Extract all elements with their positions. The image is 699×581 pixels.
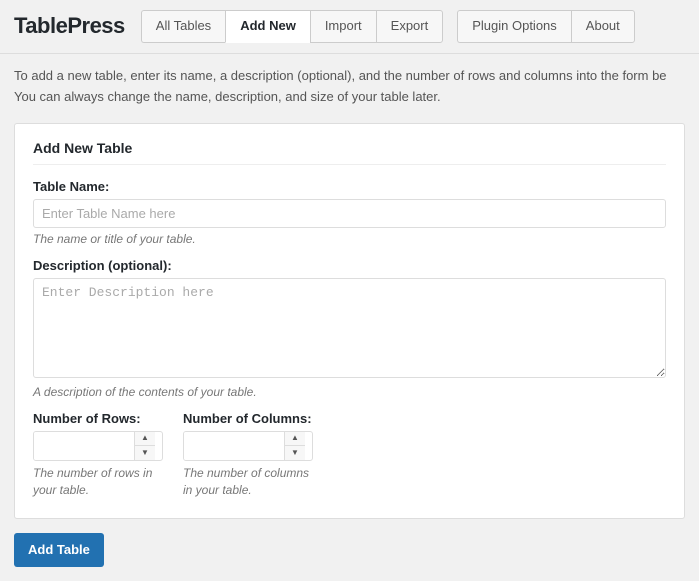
page-description: To add a new table, enter its name, a de… bbox=[0, 54, 699, 113]
columns-group: Number of Columns: 5 ▲ ▼ The number of c… bbox=[183, 411, 313, 499]
rows-label: Number of Rows: bbox=[33, 411, 163, 426]
description-line2: You can always change the name, descript… bbox=[14, 87, 685, 107]
table-name-label: Table Name: bbox=[33, 179, 666, 194]
columns-spinner: ▲ ▼ bbox=[284, 432, 305, 460]
rows-hint: The number of rows in your table. bbox=[33, 465, 163, 499]
description-line1: To add a new table, enter its name, a de… bbox=[14, 66, 685, 86]
rows-group: Number of Rows: 5 ▲ ▼ The number of rows… bbox=[33, 411, 163, 499]
columns-hint: The number of columns in your table. bbox=[183, 465, 313, 499]
row-col-group: Number of Rows: 5 ▲ ▼ The number of rows… bbox=[33, 411, 666, 499]
rows-decrement[interactable]: ▼ bbox=[135, 446, 155, 460]
nav-tabs-right: Plugin Options About bbox=[457, 10, 635, 43]
table-name-group: Table Name: The name or title of your ta… bbox=[33, 179, 666, 246]
tab-about[interactable]: About bbox=[571, 10, 635, 43]
header: TablePress All Tables Add New Import Exp… bbox=[0, 0, 699, 54]
tab-plugin-options[interactable]: Plugin Options bbox=[457, 10, 571, 43]
tab-all-tables[interactable]: All Tables bbox=[141, 10, 225, 43]
columns-input-wrapper: 5 ▲ ▼ bbox=[183, 431, 313, 461]
logo: TablePress bbox=[14, 13, 125, 39]
columns-increment[interactable]: ▲ bbox=[285, 432, 305, 446]
description-label: Description (optional): bbox=[33, 258, 666, 273]
table-name-input[interactable] bbox=[33, 199, 666, 228]
rows-spinner: ▲ ▼ bbox=[134, 432, 155, 460]
table-name-hint: The name or title of your table. bbox=[33, 232, 666, 246]
tab-add-new[interactable]: Add New bbox=[225, 10, 310, 43]
form-card: Add New Table Table Name: The name or ti… bbox=[14, 123, 685, 520]
description-group: Description (optional): A description of… bbox=[33, 258, 666, 399]
main-content: Add New Table Table Name: The name or ti… bbox=[0, 113, 699, 581]
nav-tabs: All Tables Add New Import Export bbox=[141, 10, 443, 43]
tab-import[interactable]: Import bbox=[310, 10, 376, 43]
columns-label: Number of Columns: bbox=[183, 411, 313, 426]
rows-input[interactable]: 5 bbox=[34, 432, 134, 460]
form-title: Add New Table bbox=[33, 140, 666, 165]
add-table-button[interactable]: Add Table bbox=[14, 533, 104, 567]
description-textarea[interactable] bbox=[33, 278, 666, 378]
description-hint: A description of the contents of your ta… bbox=[33, 385, 666, 399]
rows-input-wrapper: 5 ▲ ▼ bbox=[33, 431, 163, 461]
rows-increment[interactable]: ▲ bbox=[135, 432, 155, 446]
columns-input[interactable]: 5 bbox=[184, 432, 284, 460]
columns-decrement[interactable]: ▼ bbox=[285, 446, 305, 460]
tab-export[interactable]: Export bbox=[376, 10, 444, 43]
